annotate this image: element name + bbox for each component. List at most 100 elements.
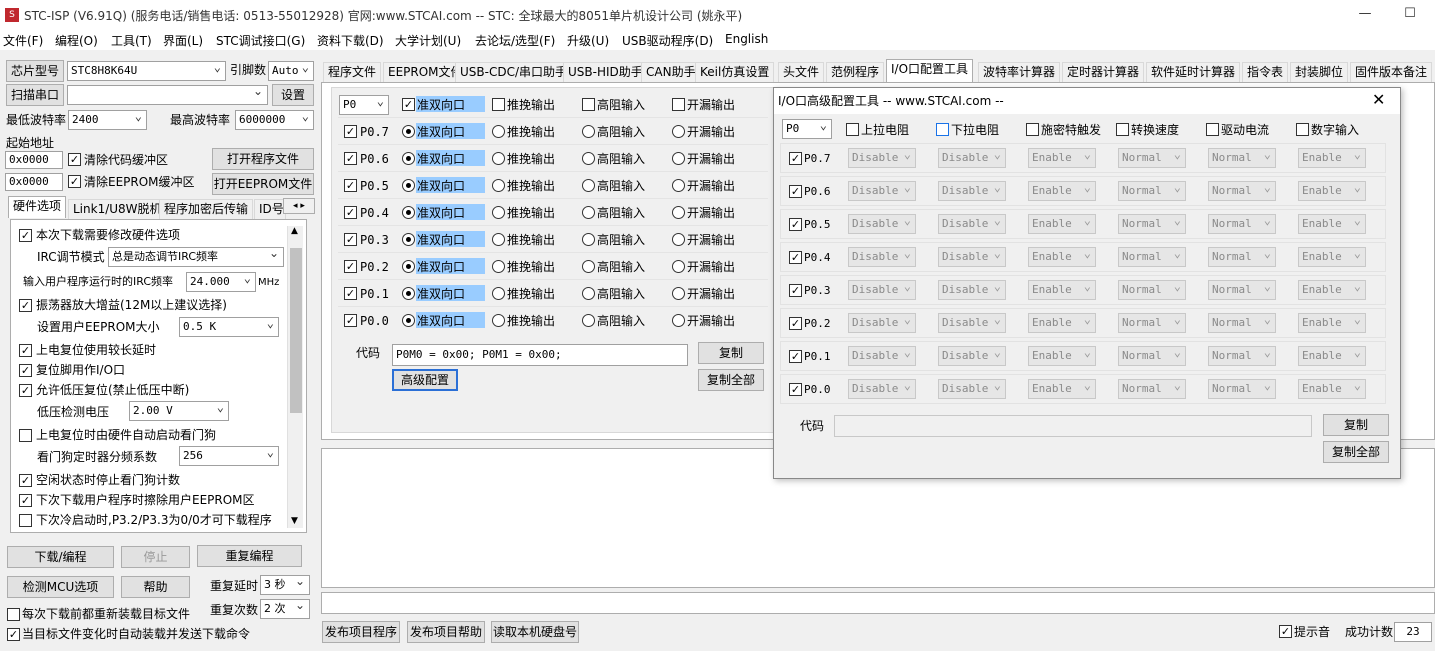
tab-header-file[interactable]: 头文件 bbox=[778, 62, 825, 82]
tab-scroll-arrows[interactable]: ◂ ▸ bbox=[283, 198, 315, 214]
header-highz-checkbox[interactable] bbox=[582, 98, 595, 111]
pin-highz-radio[interactable] bbox=[582, 125, 595, 138]
tab-examples[interactable]: 范例程序 bbox=[826, 62, 885, 82]
wdt-select[interactable]: 256 bbox=[179, 446, 279, 466]
pin-bidir-radio[interactable] bbox=[402, 314, 415, 327]
io-copy-button[interactable]: 复制 bbox=[698, 342, 764, 364]
pin-opendrain-radio[interactable] bbox=[672, 260, 685, 273]
scroll-down-icon[interactable]: ▼ bbox=[291, 516, 298, 526]
stop-button[interactable]: 停止 bbox=[121, 546, 190, 568]
reload-checkbox[interactable] bbox=[7, 608, 20, 621]
tab-keil[interactable]: Keil仿真设置 bbox=[695, 62, 775, 82]
open-program-button[interactable]: 打开程序文件 bbox=[212, 148, 314, 170]
opt3-checkbox[interactable]: ✓ bbox=[19, 344, 32, 357]
minimize-button[interactable]: — bbox=[1345, 2, 1385, 26]
pin-highz-radio[interactable] bbox=[582, 287, 595, 300]
tab-usb-cdc[interactable]: USB-CDC/串口助手 bbox=[455, 62, 573, 82]
dialog-pin-checkbox[interactable]: ✓ bbox=[789, 152, 802, 165]
dialog-copy-all-button[interactable]: 复制全部 bbox=[1323, 441, 1389, 463]
menu-forum[interactable]: 去论坛/选型(F) bbox=[475, 32, 555, 49]
dialog-close-icon[interactable]: ✕ bbox=[1372, 90, 1385, 109]
pin-opendrain-radio[interactable] bbox=[672, 179, 685, 192]
irc-freq-input[interactable]: 24.000 bbox=[186, 272, 256, 292]
min-baud-select[interactable]: 2400 bbox=[68, 110, 147, 130]
repeat-delay-select[interactable]: 3 秒 bbox=[260, 575, 310, 595]
pin-bidir-radio[interactable] bbox=[402, 287, 415, 300]
hdr-pullup-checkbox[interactable] bbox=[846, 123, 859, 136]
io-code-field[interactable]: P0M0 = 0x00; P0M1 = 0x00; bbox=[392, 344, 688, 366]
port-select[interactable] bbox=[67, 85, 268, 105]
pin-bidir-radio[interactable] bbox=[402, 179, 415, 192]
settings-button[interactable]: 设置 bbox=[272, 84, 314, 106]
pin-pushpull-radio[interactable] bbox=[492, 206, 505, 219]
pin-checkbox[interactable]: ✓ bbox=[344, 314, 357, 327]
dialog-pin-checkbox[interactable]: ✓ bbox=[789, 350, 802, 363]
pin-highz-radio[interactable] bbox=[582, 152, 595, 165]
pins-select[interactable]: Auto bbox=[268, 61, 314, 81]
opt5-checkbox[interactable]: ✓ bbox=[19, 384, 32, 397]
lvd-select[interactable]: 2.00 V bbox=[129, 401, 229, 421]
pin-bidir-radio[interactable] bbox=[402, 260, 415, 273]
header-pushpull-checkbox[interactable] bbox=[492, 98, 505, 111]
opt7-checkbox[interactable]: ✓ bbox=[19, 474, 32, 487]
detect-mcu-button[interactable]: 检测MCU选项 bbox=[7, 576, 114, 598]
pin-pushpull-radio[interactable] bbox=[492, 152, 505, 165]
io-copy-all-button[interactable]: 复制全部 bbox=[698, 369, 764, 391]
io-port-select[interactable]: P0 bbox=[339, 95, 389, 115]
menu-download[interactable]: 资料下载(D) bbox=[317, 32, 384, 49]
sound-checkbox[interactable]: ✓ bbox=[1279, 625, 1292, 638]
dialog-pin-checkbox[interactable]: ✓ bbox=[789, 218, 802, 231]
menu-file[interactable]: 文件(F) bbox=[3, 32, 43, 49]
opt8-checkbox[interactable]: ✓ bbox=[19, 494, 32, 507]
download-button[interactable]: 下载/编程 bbox=[7, 546, 114, 568]
pin-highz-radio[interactable] bbox=[582, 206, 595, 219]
tab-baud-calc[interactable]: 波特率计算器 bbox=[978, 62, 1061, 82]
dialog-pin-checkbox[interactable]: ✓ bbox=[789, 251, 802, 264]
pin-checkbox[interactable]: ✓ bbox=[344, 206, 357, 219]
pin-highz-radio[interactable] bbox=[582, 314, 595, 327]
pin-pushpull-radio[interactable] bbox=[492, 125, 505, 138]
max-baud-select[interactable]: 6000000 bbox=[235, 110, 314, 130]
pin-pushpull-radio[interactable] bbox=[492, 233, 505, 246]
hdr-pulldown-checkbox[interactable] bbox=[936, 123, 949, 136]
tab-io-config[interactable]: I/O口配置工具 bbox=[886, 59, 974, 83]
header-opendrain-checkbox[interactable] bbox=[672, 98, 685, 111]
irc-mode-select[interactable]: 总是动态调节IRC频率 bbox=[108, 247, 284, 267]
pin-pushpull-radio[interactable] bbox=[492, 260, 505, 273]
menu-english[interactable]: English bbox=[725, 32, 768, 46]
auto-send-checkbox[interactable]: ✓ bbox=[7, 628, 20, 641]
pin-opendrain-radio[interactable] bbox=[672, 233, 685, 246]
pin-opendrain-radio[interactable] bbox=[672, 206, 685, 219]
dialog-port-select[interactable]: P0 bbox=[782, 119, 832, 139]
tab-delay-calc[interactable]: 软件延时计算器 bbox=[1146, 62, 1241, 82]
publish-help-button[interactable]: 发布项目帮助 bbox=[407, 621, 485, 643]
repeat-count-select[interactable]: 2 次 bbox=[260, 599, 310, 619]
hdr-schmitt-checkbox[interactable] bbox=[1026, 123, 1039, 136]
dialog-pin-checkbox[interactable]: ✓ bbox=[789, 317, 802, 330]
pin-pushpull-radio[interactable] bbox=[492, 287, 505, 300]
clear-eeprom-checkbox[interactable]: ✓ bbox=[68, 175, 81, 188]
opt9-checkbox[interactable] bbox=[19, 514, 32, 527]
tab-encrypt[interactable]: 程序加密后传输 bbox=[159, 199, 254, 219]
pin-pushpull-radio[interactable] bbox=[492, 179, 505, 192]
tab-package[interactable]: 封装脚位 bbox=[1290, 62, 1349, 82]
reprogram-button[interactable]: 重复编程 bbox=[197, 545, 302, 567]
dialog-pin-checkbox[interactable]: ✓ bbox=[789, 185, 802, 198]
scroll-up-icon[interactable]: ▲ bbox=[291, 226, 298, 236]
opt4-checkbox[interactable]: ✓ bbox=[19, 364, 32, 377]
menu-university[interactable]: 大学计划(U) bbox=[395, 32, 461, 49]
dialog-copy-button[interactable]: 复制 bbox=[1323, 414, 1389, 436]
tab-id[interactable]: ID号 bbox=[254, 199, 286, 219]
code-address-input[interactable]: 0x0000 bbox=[5, 151, 63, 169]
opt1-checkbox[interactable]: ✓ bbox=[19, 229, 32, 242]
menu-upgrade[interactable]: 升级(U) bbox=[567, 32, 609, 49]
pin-opendrain-radio[interactable] bbox=[672, 314, 685, 327]
tab-timer-calc[interactable]: 定时器计算器 bbox=[1062, 62, 1145, 82]
pin-opendrain-radio[interactable] bbox=[672, 125, 685, 138]
opt2-checkbox[interactable]: ✓ bbox=[19, 299, 32, 312]
tab-usb-hid[interactable]: USB-HID助手 bbox=[563, 62, 648, 82]
menu-interface[interactable]: 界面(L) bbox=[163, 32, 203, 49]
hdr-digital-checkbox[interactable] bbox=[1296, 123, 1309, 136]
pin-checkbox[interactable]: ✓ bbox=[344, 125, 357, 138]
eeprom-size-select[interactable]: 0.5 K bbox=[179, 317, 279, 337]
